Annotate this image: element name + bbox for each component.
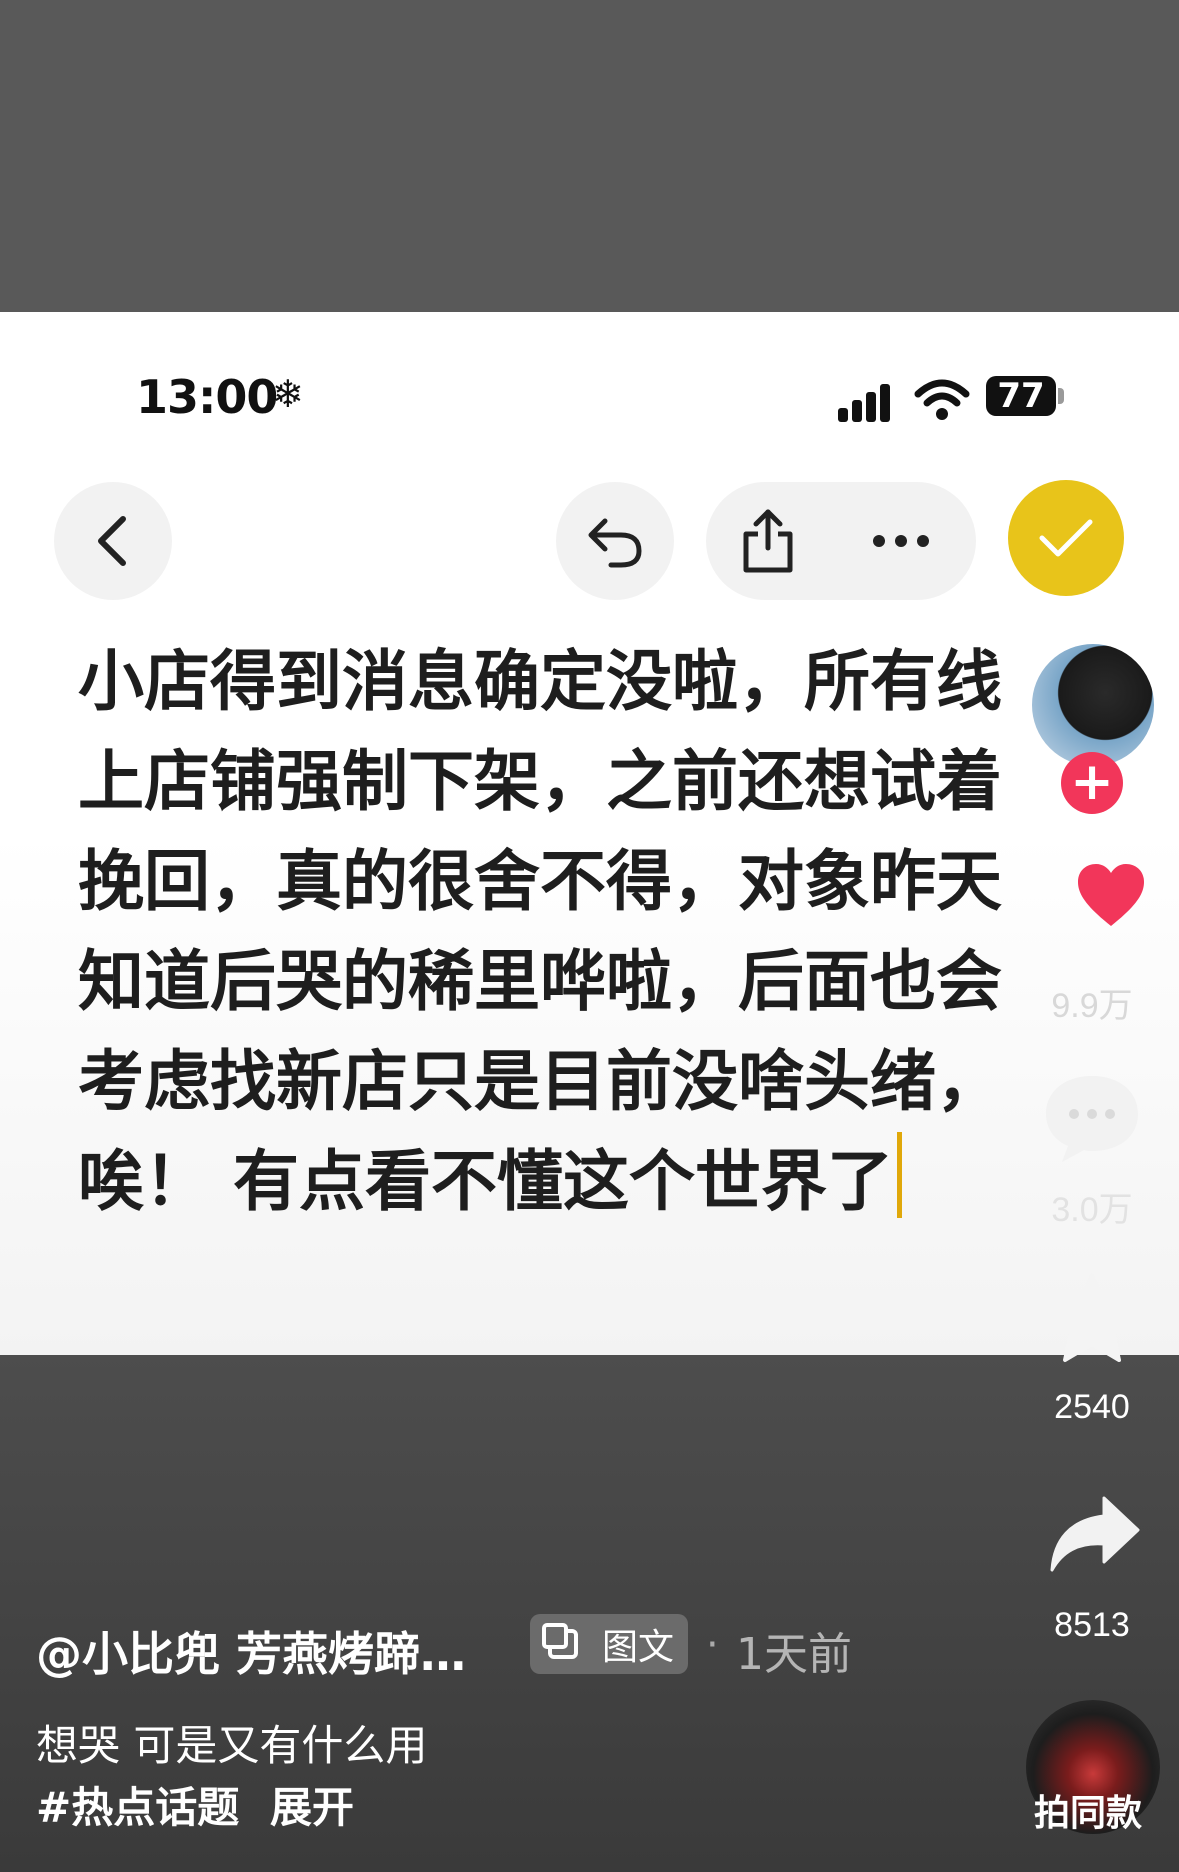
post-caption: 想哭 可是又有什么用: [36, 1721, 428, 1770]
share-arrow-icon[interactable]: [1048, 1494, 1142, 1574]
star-icon[interactable]: [1044, 1272, 1140, 1364]
post-type-label: 图文: [602, 1627, 675, 1668]
editor-line-last: 唉！ 有点看不懂这个世界了: [78, 1132, 1078, 1232]
post-type-badge: 图文: [530, 1614, 688, 1674]
snowflake-icon: ❄: [272, 372, 304, 416]
share-icon[interactable]: [740, 508, 796, 574]
screenshot-card: 13:00 ❄ 77 小店得到消息确定没啦，所有线 上店铺强制下架，之前还想试着…: [0, 312, 1179, 1355]
gallery-icon: [542, 1623, 578, 1659]
expand-button[interactable]: 展开: [270, 1774, 354, 1835]
hashtag-link[interactable]: #热点话题: [36, 1774, 239, 1835]
editor-line: 小店得到消息确定没啦，所有线: [78, 643, 1002, 720]
action-pill: [706, 482, 976, 600]
author-avatar[interactable]: [1028, 640, 1158, 770]
editor-line: 挽回，真的很舍不得，对象昨天: [78, 843, 1002, 920]
editor-line: 考虑找新店只是目前没啥头绪，: [78, 1043, 1002, 1120]
more-icon[interactable]: [872, 534, 930, 548]
check-icon: [1039, 519, 1093, 557]
share-count: 8513: [1054, 1606, 1130, 1644]
top-dark-area: [0, 0, 1179, 312]
signal-icon: [838, 382, 894, 422]
status-time: 13:00: [136, 370, 278, 424]
comment-icon[interactable]: [1040, 1070, 1144, 1166]
heart-icon[interactable]: [1076, 862, 1146, 928]
undo-icon: [588, 518, 642, 568]
editor-line: 上店铺强制下架，之前还想试着: [78, 743, 1002, 820]
editor-line: 知道后哭的稀里哗啦，后面也会: [78, 943, 1002, 1020]
favorite-count: 2540: [1054, 1388, 1130, 1426]
undo-button[interactable]: [556, 482, 674, 600]
use-template-label[interactable]: 拍同款: [1034, 1784, 1142, 1836]
author-name[interactable]: @小比兜 芳燕烤蹄…: [36, 1618, 466, 1684]
wifi-icon: [914, 379, 970, 420]
text-cursor: [896, 1132, 902, 1218]
follow-button[interactable]: +: [1061, 752, 1123, 814]
editor-line: 唉！ 有点看不懂这个世界了: [78, 1143, 893, 1220]
chevron-left-icon: [98, 516, 126, 566]
post-time: 1天前: [736, 1629, 852, 1680]
separator-dot: ·: [706, 1622, 719, 1668]
text-editor[interactable]: 小店得到消息确定没啦，所有线 上店铺强制下架，之前还想试着 挽回，真的很舍不得，…: [78, 632, 1078, 1232]
back-button[interactable]: [54, 482, 172, 600]
like-count: 9.9万: [1051, 987, 1133, 1025]
battery-indicator: 77: [986, 376, 1064, 416]
done-button[interactable]: [1008, 480, 1124, 596]
comment-count: 3.0万: [1051, 1191, 1133, 1229]
